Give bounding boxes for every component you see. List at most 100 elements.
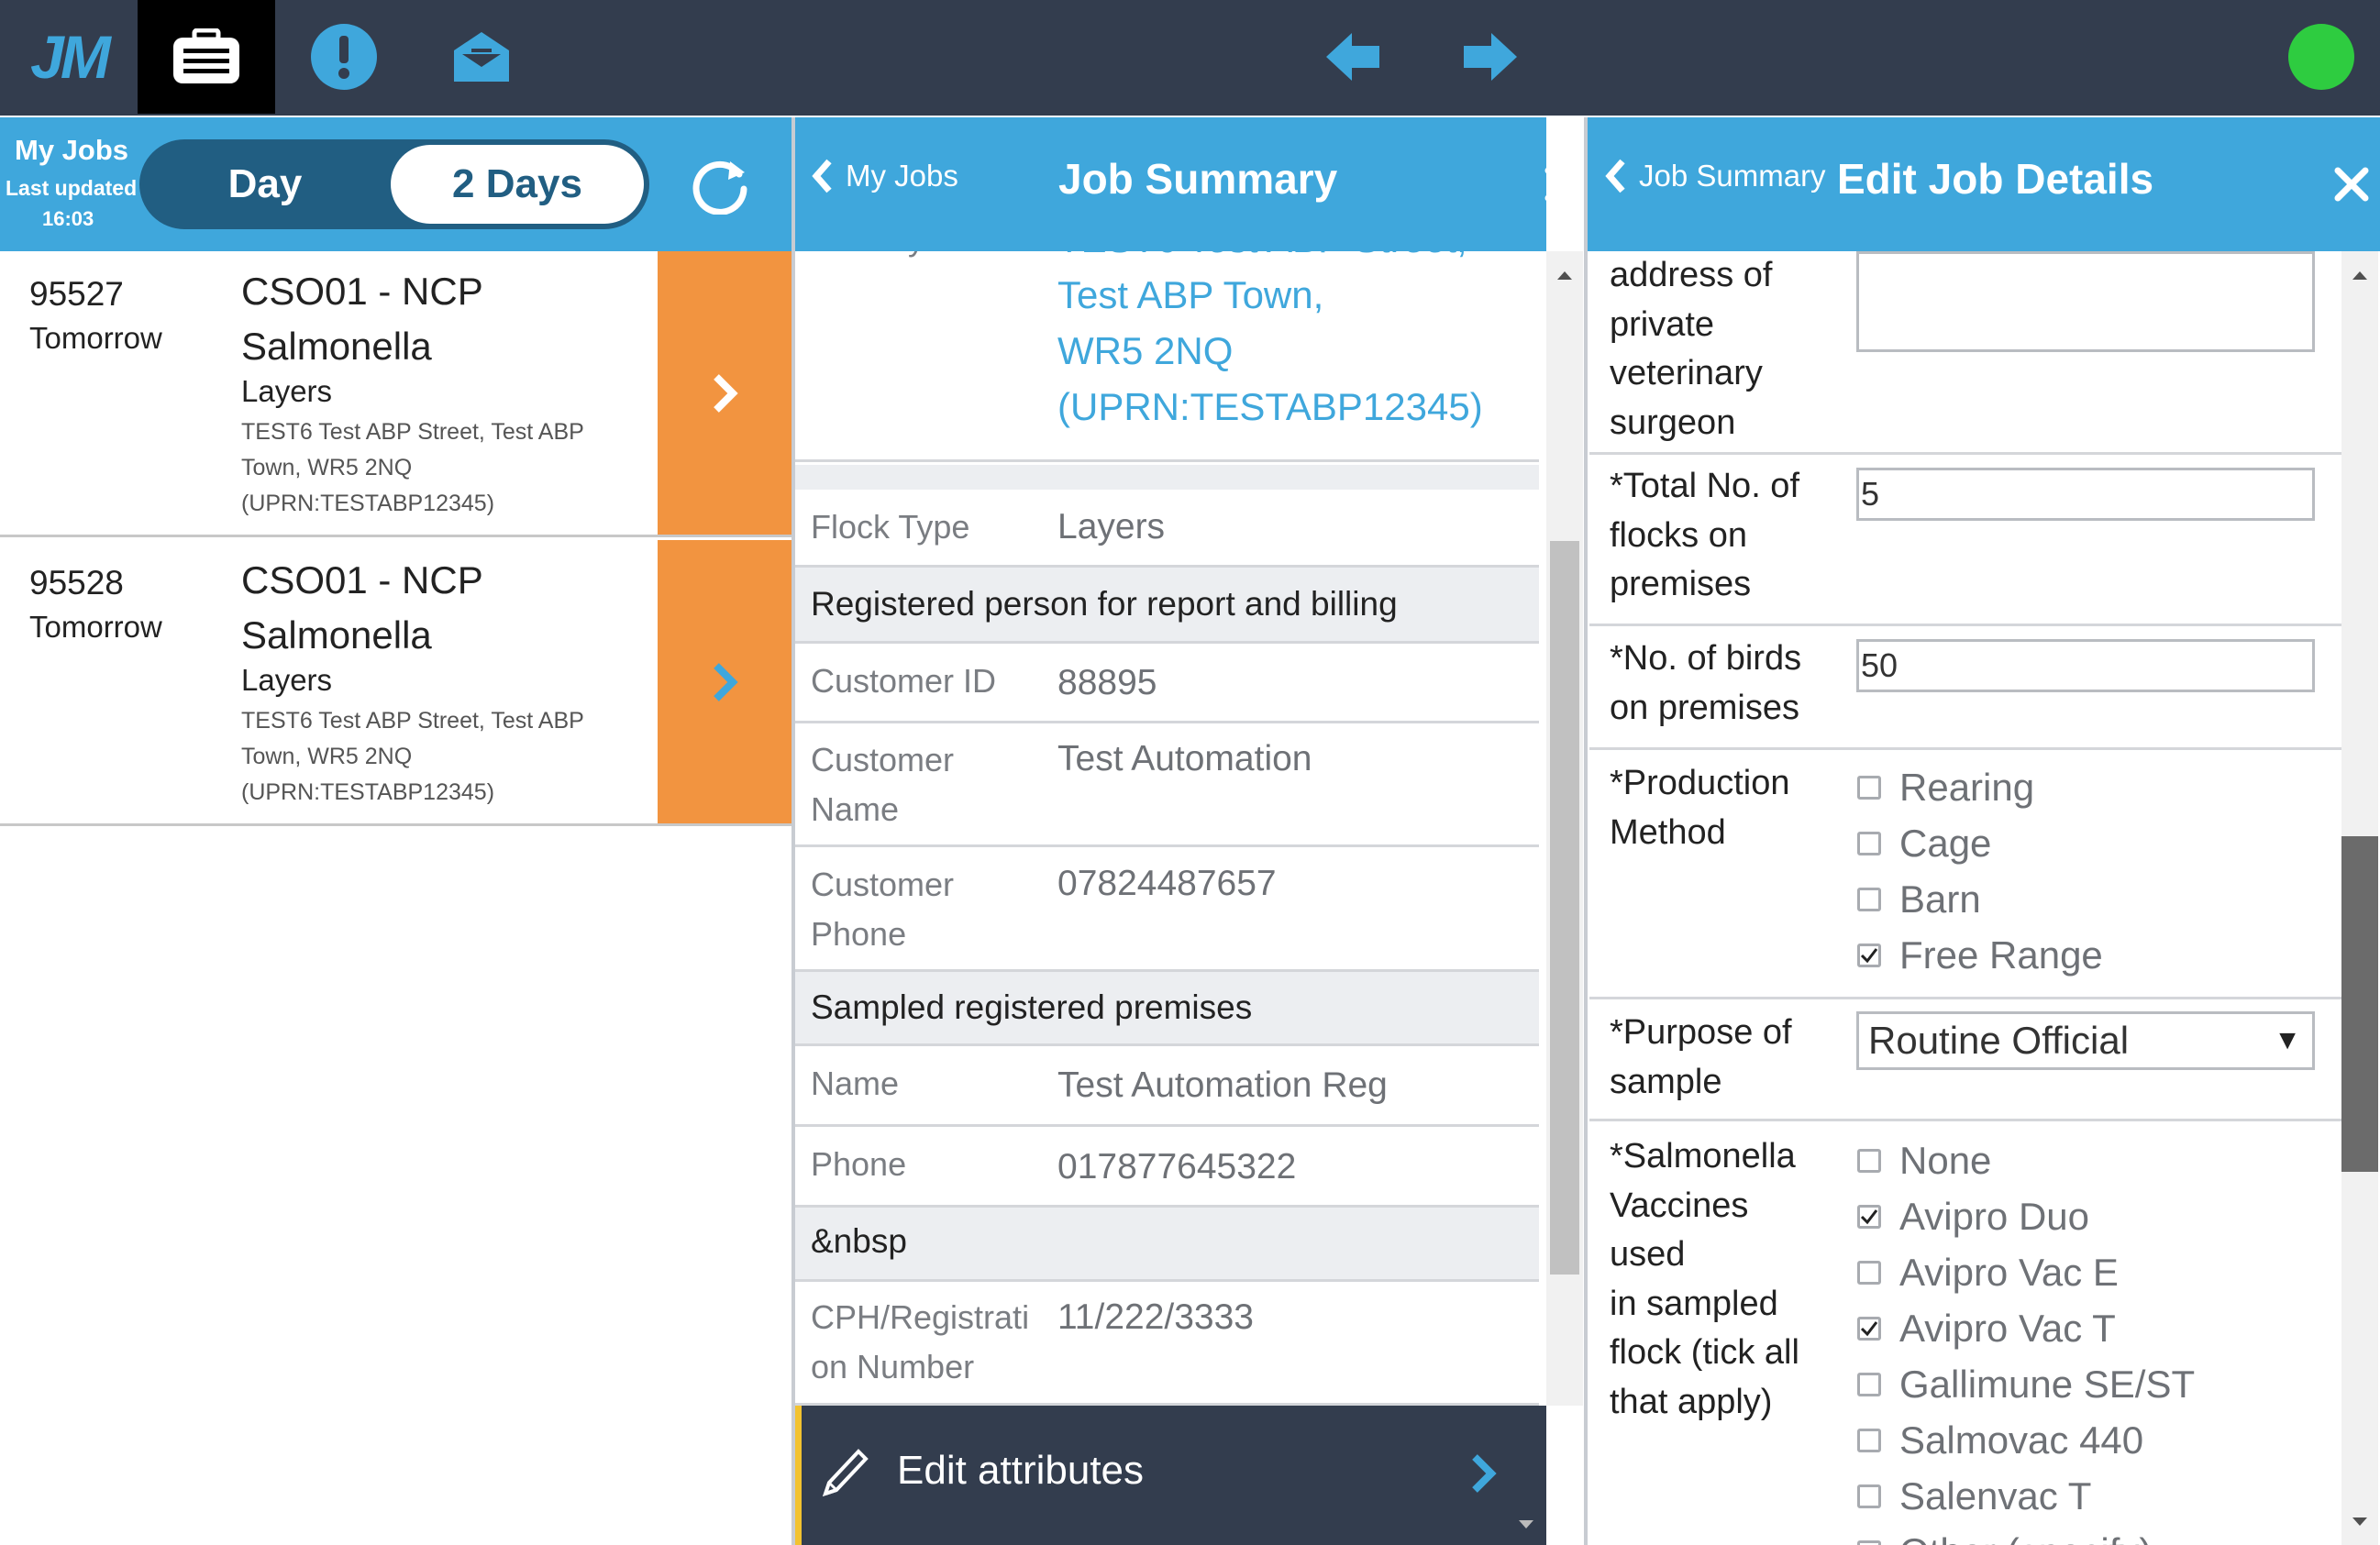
- option-avipro-vac-e[interactable]: Avipro Vac E: [1857, 1244, 2195, 1300]
- chevron-left-icon: [812, 159, 832, 193]
- inbox-button[interactable]: [413, 0, 550, 114]
- jobs-icon: [173, 28, 239, 83]
- inbox-icon: [454, 32, 509, 82]
- option-rearing[interactable]: Rearing: [1857, 759, 2103, 815]
- connection-status-indicator: [2288, 24, 2354, 90]
- vaccines-options: None Avipro Duo Avipro Vac E Avipro Vac …: [1857, 1132, 2195, 1545]
- alerts-button[interactable]: [275, 0, 413, 114]
- customer-phone-row: Customer Phone 07824487657: [794, 847, 1539, 972]
- job-flock-type: Layers: [241, 663, 333, 697]
- label-line: Name: [811, 790, 900, 828]
- job-summary-title: Job Summary: [1058, 155, 1338, 203]
- checkbox[interactable]: [1857, 1428, 1881, 1452]
- total-flocks-label: *Total No. of flocks on premises: [1610, 462, 1830, 610]
- chevron-right-icon: [1472, 1454, 1497, 1493]
- checkbox-checked[interactable]: [1857, 943, 1881, 967]
- scroll-up-icon[interactable]: [1546, 257, 1583, 293]
- last-updated-label: Last updated: [6, 176, 138, 200]
- label-line: on Number: [811, 1348, 975, 1385]
- label-line: *Total No. of: [1610, 467, 1799, 505]
- option-free-range[interactable]: Free Range: [1857, 927, 2103, 983]
- option-none[interactable]: None: [1857, 1132, 2195, 1188]
- vet-address-textarea[interactable]: [1856, 251, 2315, 352]
- back-to-my-jobs[interactable]: My Jobs: [811, 158, 958, 194]
- checkbox[interactable]: [1857, 775, 1881, 800]
- cph-value: 11/222/3333: [1057, 1297, 1254, 1337]
- checkbox[interactable]: [1857, 1372, 1881, 1396]
- job-list-item[interactable]: 95527 Tomorrow CSO01 - NCP Salmonella La…: [0, 251, 791, 537]
- checkbox[interactable]: [1857, 1148, 1881, 1173]
- section-title: &nbsp: [811, 1222, 907, 1260]
- toggle-day-option[interactable]: Day: [143, 143, 387, 226]
- vaccines-label: *Salmonella Vaccines used in sampled flo…: [1610, 1132, 1830, 1427]
- open-job-button[interactable]: [658, 540, 791, 823]
- edit-details-scrollbar[interactable]: [2341, 251, 2378, 1545]
- birds-count-input[interactable]: 50: [1856, 639, 2315, 692]
- option-gallimune[interactable]: Gallimune SE/ST: [1857, 1356, 2195, 1412]
- pane-divider: [1584, 117, 1588, 1545]
- option-avipro-duo[interactable]: Avipro Duo: [1857, 1188, 2195, 1244]
- checkbox[interactable]: [1857, 1539, 1881, 1545]
- open-job-button[interactable]: [658, 251, 791, 535]
- label-line: sample: [1610, 1062, 1722, 1101]
- logo-icon: JM: [30, 23, 111, 91]
- check-icon: [1860, 1208, 1878, 1224]
- pane-divider: [791, 117, 795, 1545]
- scrollbar-thumb[interactable]: [1550, 541, 1579, 1275]
- option-salenvac[interactable]: Salenvac T: [1857, 1468, 2195, 1524]
- cph-label: CPH/Registrati on Number: [811, 1293, 1029, 1392]
- edit-attributes-label: Edit attributes: [897, 1448, 1145, 1493]
- checkbox[interactable]: [1857, 831, 1881, 855]
- toggle-two-days-option[interactable]: 2 Days: [391, 145, 644, 224]
- option-label: Avipro Duo: [1899, 1194, 2090, 1238]
- checkbox-checked[interactable]: [1857, 1204, 1881, 1229]
- primary-address-link[interactable]: TEST6 Test ABP Street, Test ABP Town, WR…: [1057, 251, 1483, 435]
- option-cage[interactable]: Cage: [1857, 815, 2103, 871]
- label-line: *No. of birds: [1610, 639, 1802, 678]
- edit-job-details-header: Job Summary Edit Job Details: [1588, 117, 2380, 251]
- purpose-row: *Purpose of sample Routine Official ▼: [1589, 999, 2341, 1121]
- section-sampled-premises: Sampled registered premises: [794, 972, 1539, 1046]
- scroll-down-icon[interactable]: [2341, 1504, 2378, 1540]
- scroll-down-icon[interactable]: [1508, 1506, 1544, 1543]
- checkbox[interactable]: [1857, 887, 1881, 911]
- customer-name-row: Customer Name Test Automation: [794, 723, 1539, 847]
- back-button[interactable]: [1284, 0, 1422, 114]
- alert-icon: [311, 24, 377, 90]
- chevron-right-icon: [714, 662, 738, 701]
- option-salmovac[interactable]: Salmovac 440: [1857, 1412, 2195, 1468]
- label-line: that apply): [1610, 1382, 1773, 1421]
- job-list-item[interactable]: 95528 Tomorrow CSO01 - NCP Salmonella La…: [0, 540, 791, 826]
- option-other[interactable]: Other (specify): [1857, 1524, 2195, 1545]
- forward-button[interactable]: [1422, 0, 1559, 114]
- refresh-icon[interactable]: [690, 154, 750, 215]
- edit-attributes-button[interactable]: Edit attributes: [794, 1406, 1546, 1545]
- customer-id-label: Customer ID: [811, 662, 997, 700]
- option-barn[interactable]: Barn: [1857, 871, 2103, 927]
- scrollbar-thumb[interactable]: [2341, 836, 2378, 1172]
- flock-type-value: Layers: [1057, 507, 1166, 546]
- scroll-up-icon[interactable]: [2341, 257, 2378, 293]
- label-line: Customer: [811, 866, 955, 903]
- chevron-left-icon: [1605, 159, 1625, 193]
- jobs-button[interactable]: [138, 0, 275, 114]
- option-label: Salmovac 440: [1899, 1418, 2144, 1462]
- close-icon[interactable]: [2329, 161, 2374, 207]
- pencil-icon: [822, 1449, 869, 1497]
- option-label: None: [1899, 1138, 1992, 1182]
- option-avipro-vac-t[interactable]: Avipro Vac T: [1857, 1300, 2195, 1356]
- my-jobs-title: My Jobs: [15, 134, 129, 166]
- close-icon[interactable]: [1539, 161, 1585, 207]
- app-logo[interactable]: JM: [0, 0, 138, 114]
- job-summary-scrollbar[interactable]: [1546, 251, 1583, 1406]
- total-flocks-input[interactable]: 5: [1856, 468, 2315, 521]
- label-line: address of: [1610, 256, 1773, 294]
- back-to-job-summary[interactable]: Job Summary: [1604, 158, 1826, 194]
- customer-name-label: Customer Name: [811, 735, 954, 834]
- checkbox[interactable]: [1857, 1260, 1881, 1285]
- label-line: on premises: [1610, 688, 1799, 727]
- checkbox[interactable]: [1857, 1484, 1881, 1508]
- purpose-select[interactable]: Routine Official ▼: [1856, 1011, 2315, 1070]
- top-bar: JM: [0, 0, 2380, 116]
- checkbox-checked[interactable]: [1857, 1316, 1881, 1341]
